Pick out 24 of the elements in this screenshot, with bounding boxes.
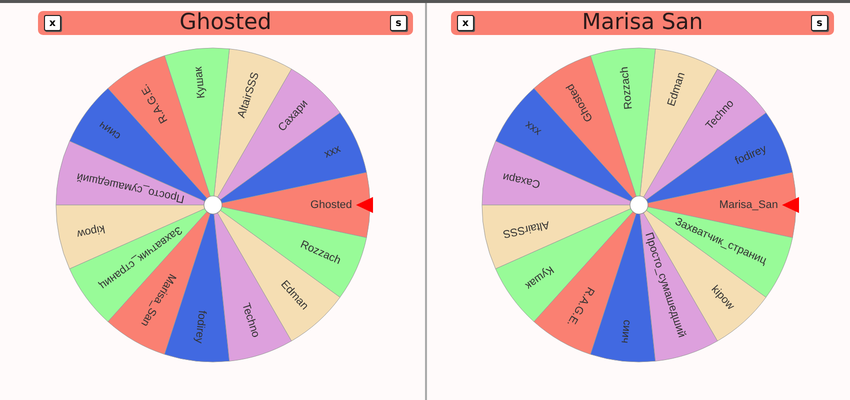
close-button[interactable]: x (44, 15, 61, 31)
wheel-title: Ghosted (179, 11, 272, 35)
pointer-icon (356, 197, 372, 213)
segment-label: fodirey (192, 310, 208, 344)
segment-label: Сахари (502, 170, 542, 190)
segment-label: сиич (618, 319, 633, 344)
segment-label: Edman (665, 70, 688, 108)
wheel-title: Marisa San (582, 11, 703, 35)
spin-button[interactable]: s (390, 15, 407, 31)
segment-label: fodirey (733, 142, 768, 168)
pointer-icon (782, 197, 799, 213)
segment-label: Ghosted (310, 198, 352, 211)
spin-button[interactable]: s (810, 15, 828, 31)
segment-label: Rozzach (618, 66, 635, 110)
wheel-hub (630, 196, 648, 214)
segment-label: сиич (96, 118, 123, 142)
close-button[interactable]: x (457, 15, 474, 31)
segment-label: Techno (238, 302, 262, 340)
wheel-hub (203, 196, 222, 214)
segment-label: Marisa_San (719, 198, 778, 211)
segment-label: AltairSSS (502, 218, 550, 240)
segment-label: xxx (522, 118, 544, 138)
segment-label: Кушак (192, 66, 208, 99)
segment-label: xxx (322, 142, 342, 161)
